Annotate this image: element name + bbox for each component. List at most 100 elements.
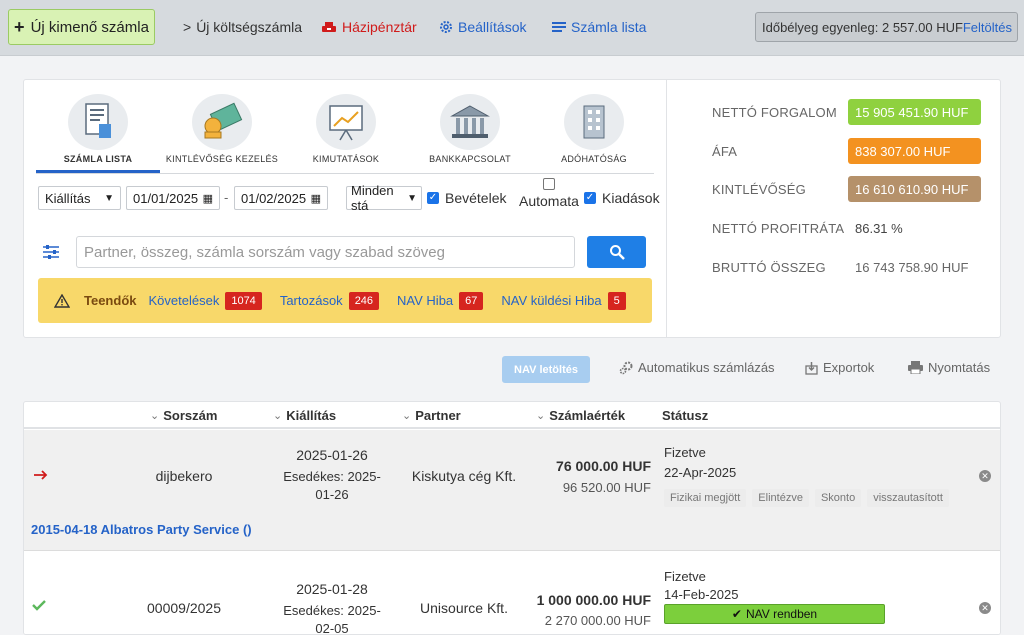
tag-discount[interactable]: Skonto: [814, 489, 862, 507]
card-divider: [666, 80, 667, 338]
table-row[interactable]: 00009/2025 2025-01-28 Esedékes: 2025-02-…: [24, 553, 1000, 635]
tab-receivables-label: Kintlévőség kezelés: [165, 154, 279, 164]
tab-invoice-list-label: Számla lista: [63, 154, 133, 164]
todo-receivables-link[interactable]: Követelések: [149, 293, 220, 308]
stat-net-profit-rate-value: 86.31 %: [855, 220, 903, 236]
invoice-list-link[interactable]: Számla lista: [552, 19, 646, 35]
todo-nav-send-error-count: 5: [607, 291, 626, 310]
status-select[interactable]: Minden stá ▼: [346, 183, 422, 213]
auto-invoicing-label: Automatikus számlázás: [638, 360, 775, 375]
column-number-header[interactable]: ⌄ Sorszám: [150, 408, 217, 423]
auto-invoicing-button[interactable]: Automatikus számlázás: [619, 360, 775, 375]
nav-download-button[interactable]: NAV letöltés: [502, 356, 590, 383]
column-number-label: Sorszám: [163, 408, 218, 423]
row-partner: Unisource Kft.: [420, 600, 508, 616]
date-to-input[interactable]: 01/02/2025 ▦: [234, 186, 328, 210]
row-issued-date: 2025-01-28: [296, 581, 368, 597]
table-header: ⌄ Sorszám ⌄ Kiállítás ⌄ Partner ⌄ Számlaérté…: [24, 402, 1000, 429]
automatic-checkbox[interactable]: Automata: [519, 178, 579, 209]
tab-invoice-list[interactable]: Számla lista: [36, 94, 160, 173]
export-label: Exportok: [823, 360, 875, 375]
close-icon[interactable]: ✕: [979, 470, 991, 482]
printer-icon: [908, 361, 923, 374]
tab-reports[interactable]: Kimutatások: [284, 94, 408, 173]
warning-icon: [54, 293, 70, 308]
row-issued-date: 2025-01-26: [296, 447, 368, 463]
column-issued-label: Kiállítás: [286, 408, 337, 423]
new-outgoing-invoice-label: Új kimenő számla: [30, 18, 149, 36]
column-issued-header[interactable]: ⌄ Kiállítás: [273, 408, 336, 423]
dropdown-arrow-icon: ▼: [407, 192, 417, 204]
new-outgoing-invoice-button[interactable]: + Új kimenő számla: [8, 9, 155, 45]
column-status-header: Státusz: [662, 408, 708, 423]
cash-register-link[interactable]: Házipénztár: [321, 19, 417, 35]
column-partner-label: Partner: [415, 408, 461, 423]
calendar-icon: ▦: [310, 192, 321, 205]
column-status-label: Státusz: [662, 408, 709, 423]
row-status: Fizetve: [664, 569, 706, 584]
topup-link[interactable]: Feltöltés: [963, 20, 1012, 35]
search-placeholder: Partner, összeg, számla sorszám vagy sza…: [84, 243, 445, 261]
todo-debts-link[interactable]: Tartozások: [280, 293, 343, 308]
tab-tax-authority[interactable]: Adóhatóság: [532, 94, 656, 173]
bank-icon: [440, 94, 500, 150]
search-icon: [609, 245, 625, 260]
column-value-header[interactable]: ⌄ Számlaérték: [536, 408, 625, 423]
dropdown-arrow-icon: ▼: [104, 192, 114, 204]
stat-net-profit-rate-label: Nettó profitráta: [712, 221, 845, 236]
stat-net-profit-rate: Nettó profitráta 86.31 %: [688, 215, 988, 241]
new-expense-invoice-link[interactable]: > Új költségszámla: [183, 19, 302, 35]
row-net-amount: 1 000 000.00 HUF: [536, 592, 651, 608]
plus-icon: +: [14, 16, 25, 37]
chevron-down-icon: ⌄: [150, 410, 160, 422]
row-net-amount: 76 000.00 HUF: [556, 458, 651, 474]
income-checkbox[interactable]: ✓ Bevételek: [427, 190, 506, 206]
todo-banner: Teendők Követelések 1074 Tartozások 246 …: [38, 278, 652, 323]
chevron-down-icon: ⌄: [536, 410, 546, 422]
tab-tax-authority-label: Adóhatóság: [561, 154, 627, 164]
expense-checkbox[interactable]: ✓ Kiadások: [584, 190, 660, 206]
stat-net-turnover-value: 15 905 451.90 HUF: [848, 99, 981, 125]
todo-nav-error-link[interactable]: NAV Hiba: [397, 293, 453, 308]
settings-label: Beállítások: [458, 19, 527, 35]
filter-sliders-icon[interactable]: [42, 244, 60, 263]
calendar-icon: ▦: [202, 192, 213, 205]
close-icon[interactable]: ✕: [979, 602, 991, 614]
nav-status-badge: ✔ NAV rendben: [664, 604, 885, 624]
automatic-label: Automata: [519, 193, 579, 209]
column-value-label: Számlaérték: [549, 408, 626, 423]
stat-gross-total-value: 16 743 758.90 HUF: [855, 259, 969, 275]
tag-settled[interactable]: Elintézve: [752, 489, 809, 507]
list-icon: [552, 22, 566, 32]
print-button[interactable]: Nyomtatás: [908, 360, 990, 375]
search-button[interactable]: [587, 236, 646, 268]
tab-reports-label: Kimutatások: [312, 154, 380, 164]
checkbox-checked-icon: ✓: [584, 192, 596, 204]
row-note-link[interactable]: 2015-04-18 Albatros Party Service (): [31, 522, 252, 537]
download-icon: [805, 361, 818, 375]
settings-link[interactable]: Beállítások: [439, 19, 526, 35]
date-to-value: 01/02/2025: [241, 190, 307, 206]
export-button[interactable]: Exportok: [805, 360, 874, 375]
date-from-input[interactable]: 01/01/2025 ▦: [126, 186, 220, 210]
tab-bank-connection[interactable]: Bankkapcsolat: [408, 94, 532, 173]
timestamp-balance-text: Időbélyeg egyenleg: 2 557.00 HUF: [762, 19, 963, 35]
date-type-select[interactable]: Kiállítás ▼: [38, 186, 121, 210]
tag-physical-arrived[interactable]: Fizikai megjött: [664, 489, 747, 507]
tag-rejected[interactable]: visszautasított: [867, 489, 949, 507]
tab-receivables[interactable]: Kintlévőség kezelés: [160, 94, 284, 173]
stat-vat: Áfa 838 307.00 HUF: [688, 138, 988, 164]
todo-title: Teendők: [84, 293, 137, 308]
date-range-separator: -: [224, 190, 229, 205]
table-row[interactable]: dijbekero 2025-01-26 Esedékes: 2025-01-2…: [24, 430, 1000, 551]
search-input[interactable]: Partner, összeg, számla sorszám vagy sza…: [76, 236, 575, 268]
column-partner-header[interactable]: ⌄ Partner: [402, 408, 461, 423]
stat-receivables-value: 16 610 610.90 HUF: [848, 176, 981, 202]
cash-register-icon: [322, 22, 336, 32]
timestamp-balance: Időbélyeg egyenleg: 2 557.00 HUF Feltölt…: [755, 12, 1018, 42]
checkbox-checked-icon: ✓: [427, 192, 439, 204]
row-due-date: Esedékes: 2025-02-05: [283, 603, 381, 635]
expense-label: Kiadások: [602, 190, 660, 206]
todo-nav-send-error-link[interactable]: NAV küldési Hiba: [501, 293, 601, 308]
module-tabs: Számla lista Kintlévőség kezelés Kimutat…: [36, 94, 654, 174]
